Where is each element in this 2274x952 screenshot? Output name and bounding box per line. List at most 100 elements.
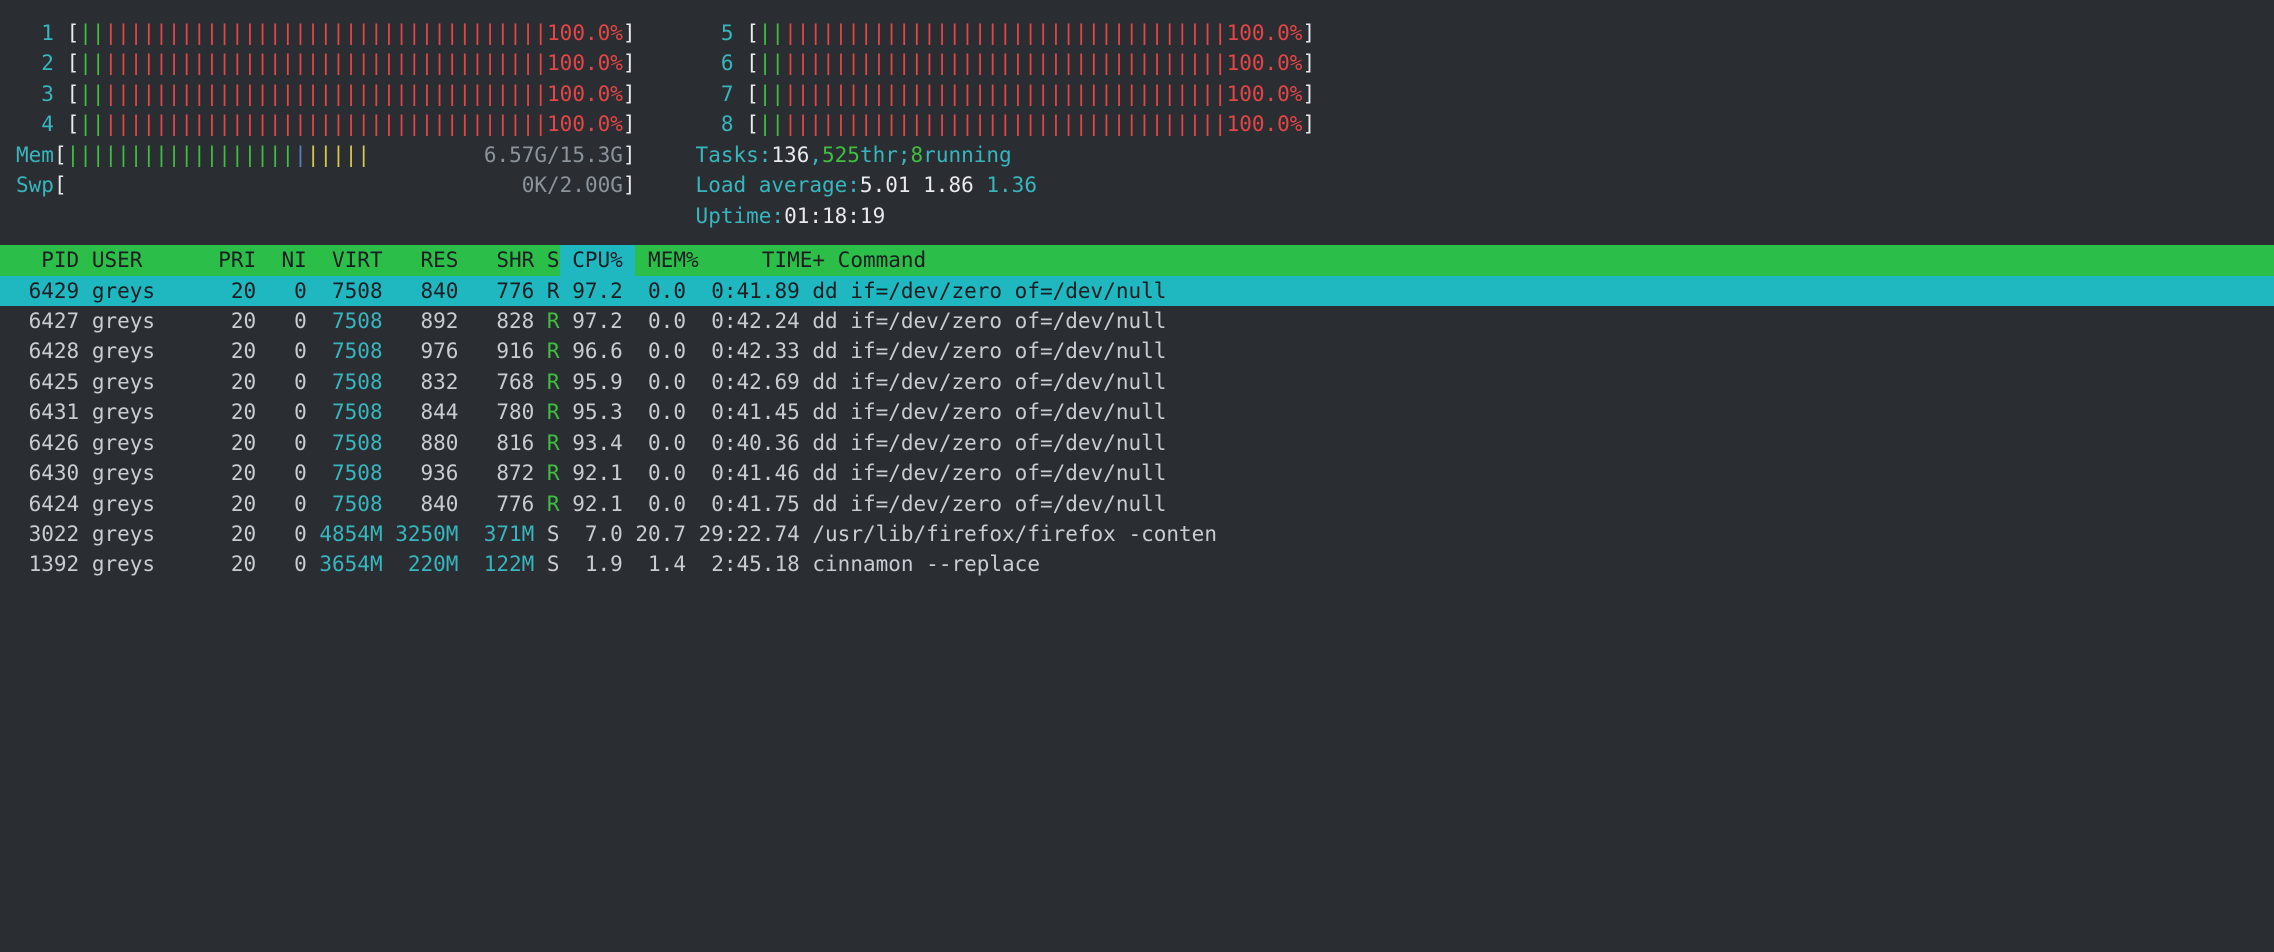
cpu-label: 4 (16, 109, 67, 139)
cell-mem: 0.0 (623, 428, 686, 458)
col-shr[interactable]: SHR (458, 245, 534, 275)
cell-user: greys (79, 397, 205, 427)
cell-cpu: 95.9 (560, 367, 623, 397)
swp-text: 0K/2.00G (67, 170, 623, 200)
cell-virt: 7508 (307, 428, 383, 458)
process-row[interactable]: 3022greys2004854M3250M371MS7.020.729:22.… (0, 519, 2274, 549)
uptime-line: Uptime: 01:18:19 (696, 201, 1316, 231)
tasks-count: 136 (771, 140, 809, 170)
col-s[interactable]: S (534, 245, 559, 275)
cpu-label: 7 (696, 79, 747, 109)
col-cpu[interactable]: CPU% (560, 245, 636, 275)
cell-shr: 872 (458, 458, 534, 488)
cell-time: 2:45.18 (686, 549, 800, 579)
cell-ni: 0 (256, 458, 307, 488)
cell-state: R (534, 306, 559, 336)
cell-ni: 0 (256, 367, 307, 397)
cell-res: 880 (383, 428, 459, 458)
col-user[interactable]: USER (79, 245, 205, 275)
process-row[interactable]: 6424greys2007508840776R92.10.00:41.75dd … (0, 489, 2274, 519)
bracket-close-icon: ] (623, 170, 636, 200)
mem-bar-yellow: ||||| (307, 140, 370, 170)
cell-cmd: dd if=/dev/zero of=/dev/null (800, 276, 2258, 306)
cell-state: R (534, 428, 559, 458)
mem-label: Mem (16, 140, 54, 170)
load-2: 1.86 (923, 170, 974, 200)
process-row[interactable]: 1392greys2003654M220M122MS1.91.42:45.18c… (0, 549, 2274, 579)
cell-pri: 20 (206, 276, 257, 306)
cell-cmd: dd if=/dev/zero of=/dev/null (800, 336, 2258, 366)
cell-ni: 0 (256, 549, 307, 579)
cell-shr: 768 (458, 367, 534, 397)
cell-time: 29:22.74 (686, 519, 800, 549)
cell-state: R (534, 367, 559, 397)
bracket-close-icon: ] (623, 109, 636, 139)
load-3: 1.36 (986, 170, 1037, 200)
col-res[interactable]: RES (383, 245, 459, 275)
cell-pri: 20 (206, 367, 257, 397)
cell-mem: 0.0 (623, 367, 686, 397)
cell-cmd: dd if=/dev/zero of=/dev/null (800, 367, 2258, 397)
meters-right-column: 5[|||||||||||||||||||||||||||||||||||||1… (696, 18, 1316, 231)
process-row[interactable]: 6425greys2007508832768R95.90.00:42.69dd … (0, 367, 2274, 397)
cell-cpu: 96.6 (560, 336, 623, 366)
cell-mem: 0.0 (623, 336, 686, 366)
cell-user: greys (79, 306, 205, 336)
process-row[interactable]: 6428greys2007508976916R96.60.00:42.33dd … (0, 336, 2274, 366)
cell-mem: 0.0 (623, 458, 686, 488)
bracket-open-icon: [ (746, 18, 759, 48)
cpu-percent: 100.0% (547, 48, 623, 78)
bracket-close-icon: ] (1302, 109, 1315, 139)
mem-bar-green: |||||||||||||||||| (67, 140, 295, 170)
cpu-bar-green: || (759, 48, 784, 78)
cpu-label: 8 (696, 109, 747, 139)
cell-time: 0:41.89 (686, 276, 800, 306)
cell-pid: 6428 (16, 336, 79, 366)
cell-res: 844 (383, 397, 459, 427)
cell-user: greys (79, 549, 205, 579)
cell-res: 976 (383, 336, 459, 366)
cpu-bar-red: ||||||||||||||||||||||||||||||||||| (784, 48, 1227, 78)
bracket-close-icon: ] (1302, 18, 1315, 48)
cell-virt: 7508 (307, 306, 383, 336)
cell-res: 936 (383, 458, 459, 488)
cell-state: S (534, 549, 559, 579)
cell-cpu: 97.2 (560, 276, 623, 306)
col-pri[interactable]: PRI (206, 245, 257, 275)
bracket-open-icon: [ (67, 48, 80, 78)
cell-mem: 20.7 (623, 519, 686, 549)
cpu-bar-red: ||||||||||||||||||||||||||||||||||| (784, 79, 1227, 109)
cell-ni: 0 (256, 519, 307, 549)
bracket-close-icon: ] (1302, 79, 1315, 109)
cell-res: 892 (383, 306, 459, 336)
col-time[interactable]: TIME+ (711, 245, 825, 275)
process-row[interactable]: 6426greys2007508880816R93.40.00:40.36dd … (0, 428, 2274, 458)
process-row[interactable]: 6429greys2007508840776R97.20.00:41.89dd … (0, 276, 2274, 306)
cell-time: 0:42.33 (686, 336, 800, 366)
col-ni[interactable]: NI (256, 245, 307, 275)
col-cmd[interactable]: Command (825, 245, 2258, 275)
cell-pri: 20 (206, 458, 257, 488)
bracket-open-icon: [ (67, 18, 80, 48)
col-virt[interactable]: VIRT (307, 245, 383, 275)
process-row[interactable]: 6431greys2007508844780R95.30.00:41.45dd … (0, 397, 2274, 427)
process-row[interactable]: 6427greys2007508892828R97.20.00:42.24dd … (0, 306, 2274, 336)
process-table-body[interactable]: 6429greys2007508840776R97.20.00:41.89dd … (0, 276, 2274, 580)
cell-user: greys (79, 276, 205, 306)
bracket-open-icon: [ (746, 48, 759, 78)
swp-meter: Swp [ 0K/2.00G ] (16, 170, 636, 200)
col-pid[interactable]: PID (16, 245, 79, 275)
cell-cmd: dd if=/dev/zero of=/dev/null (800, 397, 2258, 427)
cell-cmd: dd if=/dev/zero of=/dev/null (800, 489, 2258, 519)
cell-user: greys (79, 458, 205, 488)
tasks-sep: , (809, 140, 822, 170)
cell-user: greys (79, 428, 205, 458)
meters-left-column: 1[|||||||||||||||||||||||||||||||||||||1… (16, 18, 636, 231)
col-mem[interactable]: MEM% (635, 245, 711, 275)
cpu-percent: 100.0% (1227, 109, 1303, 139)
cell-pid: 6430 (16, 458, 79, 488)
bracket-open-icon: [ (54, 140, 67, 170)
process-table-header[interactable]: PID USER PRI NI VIRT RES SHR S CPU% MEM%… (0, 245, 2274, 275)
cpu-bar-red: ||||||||||||||||||||||||||||||||||| (105, 18, 548, 48)
process-row[interactable]: 6430greys2007508936872R92.10.00:41.46dd … (0, 458, 2274, 488)
